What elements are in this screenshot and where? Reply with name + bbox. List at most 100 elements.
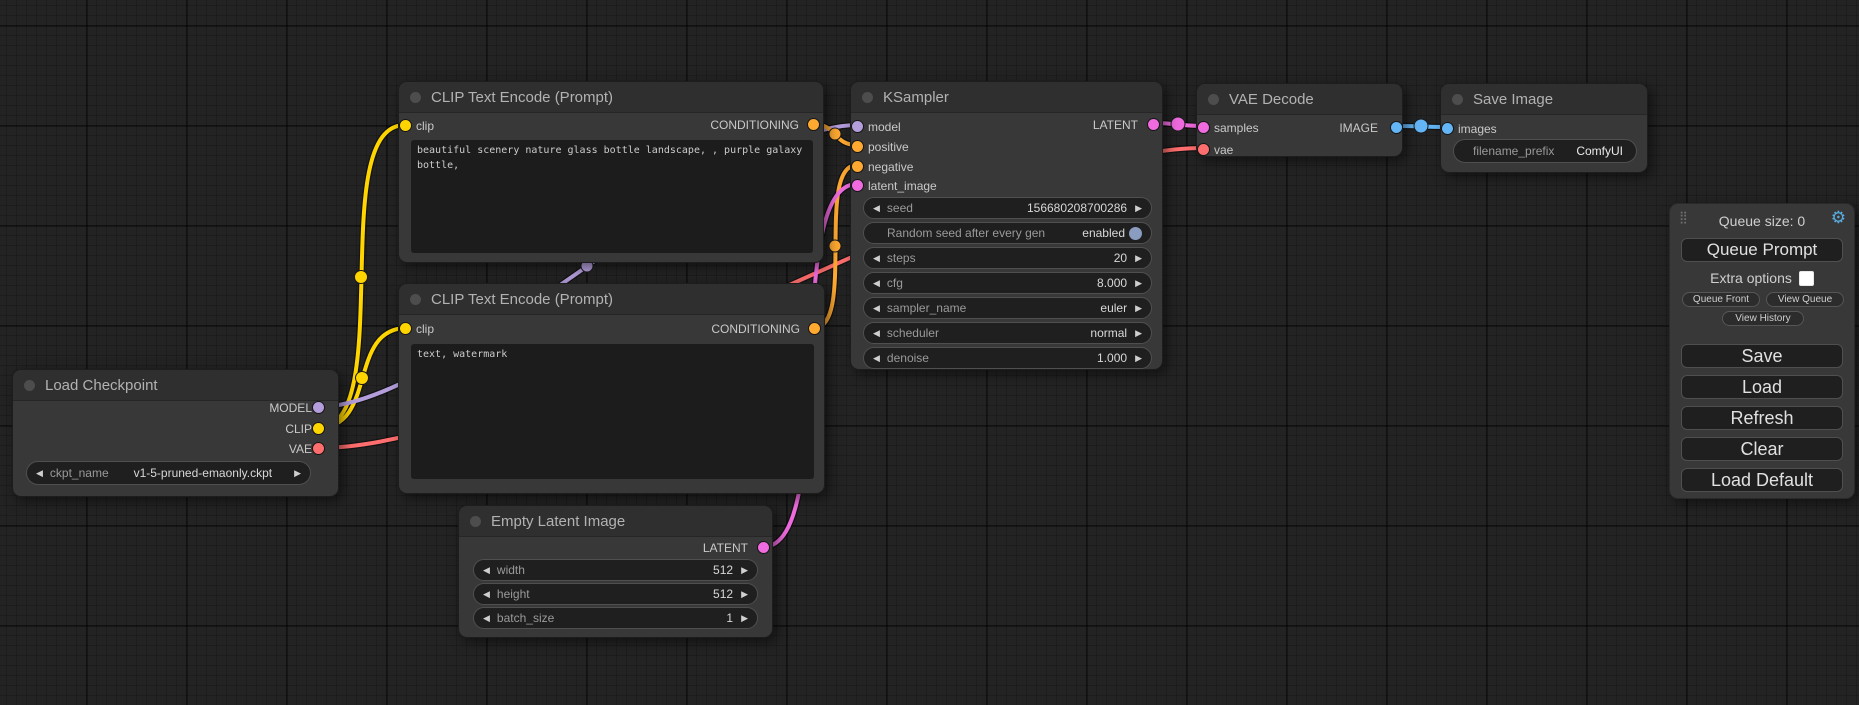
- output-slot-latent[interactable]: [758, 542, 769, 553]
- link-dot: [1414, 119, 1428, 133]
- node-ksampler[interactable]: KSampler model positive negative latent_…: [850, 81, 1163, 370]
- output-slot-latent[interactable]: [1148, 119, 1159, 130]
- increment-arrow-icon[interactable]: ▶: [1135, 354, 1142, 363]
- node-title-bar[interactable]: VAE Decode: [1197, 84, 1402, 115]
- widget-label: cfg: [887, 276, 903, 290]
- decrement-arrow-icon[interactable]: ◀: [483, 614, 490, 623]
- refresh-button[interactable]: Refresh: [1681, 406, 1843, 430]
- queue-panel[interactable]: ⣿ Queue size: 0 ⚙ Queue Prompt Extra opt…: [1669, 203, 1855, 499]
- increment-arrow-icon[interactable]: ▶: [741, 566, 748, 575]
- input-slot-vae[interactable]: [1198, 144, 1209, 155]
- node-empty-latent-image[interactable]: Empty Latent Image LATENT ◀ width 512 ▶ …: [458, 505, 773, 638]
- increment-arrow-icon[interactable]: ▶: [1135, 329, 1142, 338]
- output-slot-image[interactable]: [1391, 122, 1402, 133]
- increment-arrow-icon[interactable]: ▶: [294, 469, 301, 478]
- increment-arrow-icon[interactable]: ▶: [1135, 304, 1142, 313]
- load-button[interactable]: Load: [1681, 375, 1843, 399]
- decrement-arrow-icon[interactable]: ◀: [873, 329, 880, 338]
- widget-random-seed-toggle[interactable]: Random seed after every gen enabled: [863, 222, 1152, 244]
- widget-cfg[interactable]: ◀ cfg 8.000 ▶: [863, 272, 1152, 294]
- collapse-dot-icon[interactable]: [410, 294, 421, 305]
- collapse-dot-icon[interactable]: [1452, 94, 1463, 105]
- decrement-arrow-icon[interactable]: ◀: [873, 304, 880, 313]
- link-dot: [1171, 117, 1185, 131]
- widget-steps[interactable]: ◀ steps 20 ▶: [863, 247, 1152, 269]
- decrement-arrow-icon[interactable]: ◀: [873, 279, 880, 288]
- output-slot-clip[interactable]: [313, 423, 324, 434]
- decrement-arrow-icon[interactable]: ◀: [873, 204, 880, 213]
- widget-scheduler[interactable]: ◀ scheduler normal ▶: [863, 322, 1152, 344]
- node-title-bar[interactable]: KSampler: [851, 82, 1162, 113]
- widget-label: batch_size: [497, 611, 554, 625]
- increment-arrow-icon[interactable]: ▶: [741, 614, 748, 623]
- input-slot-images[interactable]: [1442, 123, 1453, 134]
- decrement-arrow-icon[interactable]: ◀: [483, 566, 490, 575]
- widget-sampler-name[interactable]: ◀ sampler_name euler ▶: [863, 297, 1152, 319]
- node-title-bar[interactable]: CLIP Text Encode (Prompt): [399, 82, 823, 113]
- node-title-bar[interactable]: CLIP Text Encode (Prompt): [399, 284, 824, 315]
- link-dot: [829, 240, 841, 252]
- input-slot-clip[interactable]: [400, 323, 411, 334]
- output-slot-model[interactable]: [313, 402, 324, 413]
- node-save-image[interactable]: Save Image images filename_prefix ComfyU…: [1440, 83, 1648, 173]
- toggle-dot-icon[interactable]: [1129, 227, 1142, 240]
- increment-arrow-icon[interactable]: ▶: [741, 590, 748, 599]
- widget-batch-size[interactable]: ◀ batch_size 1 ▶: [473, 607, 758, 629]
- collapse-dot-icon[interactable]: [470, 516, 481, 527]
- input-slot-clip[interactable]: [400, 120, 411, 131]
- input-slot-positive[interactable]: [852, 141, 863, 152]
- widget-seed[interactable]: ◀ seed 156680208700286 ▶: [863, 197, 1152, 219]
- input-slot-samples[interactable]: [1198, 122, 1209, 133]
- widget-height[interactable]: ◀ height 512 ▶: [473, 583, 758, 605]
- output-slot-vae[interactable]: [313, 443, 324, 454]
- queue-prompt-button[interactable]: Queue Prompt: [1681, 238, 1843, 262]
- save-button[interactable]: Save: [1681, 344, 1843, 368]
- input-slot-label: clip: [416, 118, 434, 134]
- collapse-dot-icon[interactable]: [862, 92, 873, 103]
- input-slot-negative[interactable]: [852, 161, 863, 172]
- view-queue-button[interactable]: View Queue: [1766, 292, 1844, 307]
- node-clip-text-encode-positive[interactable]: CLIP Text Encode (Prompt) clip CONDITION…: [398, 81, 824, 263]
- decrement-arrow-icon[interactable]: ◀: [483, 590, 490, 599]
- collapse-dot-icon[interactable]: [24, 380, 35, 391]
- input-slot-label: latent_image: [868, 178, 937, 194]
- collapse-dot-icon[interactable]: [1208, 94, 1219, 105]
- node-title-bar[interactable]: Load Checkpoint: [13, 370, 338, 401]
- extra-options-label: Extra options: [1710, 270, 1792, 286]
- decrement-arrow-icon[interactable]: ◀: [873, 354, 880, 363]
- collapse-dot-icon[interactable]: [410, 92, 421, 103]
- widget-label: denoise: [887, 351, 929, 365]
- widget-width[interactable]: ◀ width 512 ▶: [473, 559, 758, 581]
- widget-denoise[interactable]: ◀ denoise 1.000 ▶: [863, 347, 1152, 369]
- queue-front-button[interactable]: Queue Front: [1682, 292, 1760, 307]
- node-graph-canvas[interactable]: CLIP Text Encode (Prompt) clip CONDITION…: [0, 0, 1859, 705]
- input-slot-latent-image[interactable]: [852, 180, 863, 191]
- prompt-textarea[interactable]: beautiful scenery nature glass bottle la…: [411, 140, 813, 253]
- node-clip-text-encode-negative[interactable]: CLIP Text Encode (Prompt) clip CONDITION…: [398, 283, 825, 494]
- decrement-arrow-icon[interactable]: ◀: [873, 254, 880, 263]
- node-title: CLIP Text Encode (Prompt): [431, 291, 613, 308]
- prompt-textarea[interactable]: text, watermark: [411, 344, 814, 479]
- output-slot-label: CLIP: [285, 421, 312, 437]
- decrement-arrow-icon[interactable]: ◀: [36, 469, 43, 478]
- load-default-button[interactable]: Load Default: [1681, 468, 1843, 492]
- view-history-button[interactable]: View History: [1722, 311, 1804, 326]
- node-load-checkpoint[interactable]: Load Checkpoint MODEL CLIP VAE ◀ ckpt_na…: [12, 369, 339, 497]
- settings-gear-icon[interactable]: ⚙: [1831, 209, 1846, 226]
- increment-arrow-icon[interactable]: ▶: [1135, 279, 1142, 288]
- output-slot-conditioning[interactable]: [809, 323, 820, 334]
- output-slot-label: IMAGE: [1339, 120, 1378, 136]
- widget-filename-prefix[interactable]: filename_prefix ComfyUI: [1453, 139, 1637, 163]
- node-title-bar[interactable]: Save Image: [1441, 84, 1647, 115]
- node-title-bar[interactable]: Empty Latent Image: [459, 506, 772, 537]
- node-vae-decode[interactable]: VAE Decode samples vae IMAGE: [1196, 83, 1403, 157]
- output-slot-conditioning[interactable]: [808, 119, 819, 130]
- clear-button[interactable]: Clear: [1681, 437, 1843, 461]
- node-title: Save Image: [1473, 91, 1553, 108]
- increment-arrow-icon[interactable]: ▶: [1135, 204, 1142, 213]
- input-slot-model[interactable]: [852, 121, 863, 132]
- increment-arrow-icon[interactable]: ▶: [1135, 254, 1142, 263]
- input-slot-label: negative: [868, 159, 913, 175]
- extra-options-checkbox[interactable]: [1799, 271, 1814, 286]
- widget-ckpt-name[interactable]: ◀ ckpt_name v1-5-pruned-emaonly.ckpt ▶: [26, 461, 311, 485]
